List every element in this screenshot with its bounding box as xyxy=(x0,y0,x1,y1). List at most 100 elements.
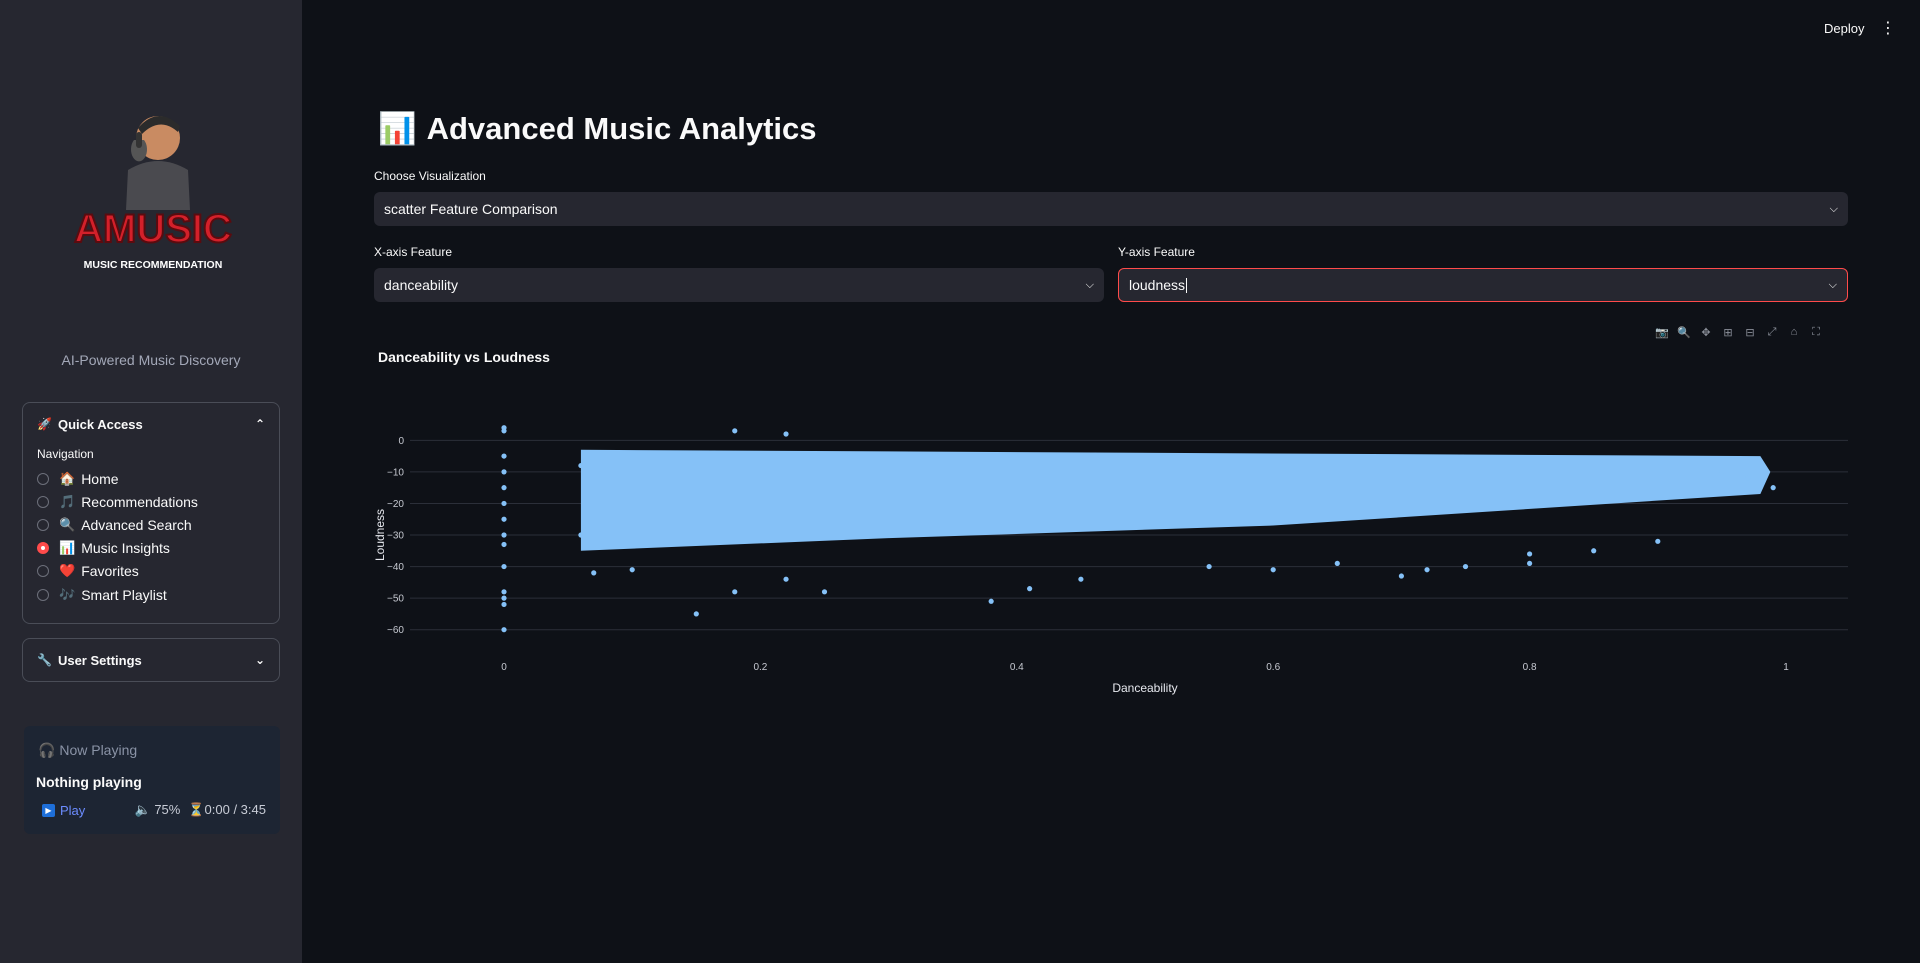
scatter-point xyxy=(1591,548,1597,554)
zoom-in-icon[interactable]: ⊞ xyxy=(1720,326,1736,339)
scatter-point xyxy=(1398,573,1404,579)
y-tick-label: −50 xyxy=(387,594,404,605)
now-playing-title: 🎧 Now Playing xyxy=(38,742,137,759)
play-icon: ▶ xyxy=(42,803,55,817)
user-settings-panel[interactable]: 🔧 User Settings ⌄ xyxy=(22,638,280,682)
radio-button[interactable] xyxy=(37,518,49,531)
radio-button[interactable] xyxy=(37,495,49,508)
page-title: 📊 Advanced Music Analytics xyxy=(378,110,817,147)
now-playing-card: 🎧 Now Playing Nothing playing ▶ Play 🔈 7… xyxy=(24,726,280,834)
autoscale-icon[interactable]: ⤢ xyxy=(1764,326,1780,339)
nav-item-home[interactable]: 🏠 Home xyxy=(23,467,279,490)
radio-button[interactable] xyxy=(37,588,49,601)
time-value: 0:00 / 3:45 xyxy=(204,802,266,817)
x-axis-feature-select[interactable]: danceability ⌵ xyxy=(374,268,1104,302)
deploy-button[interactable]: Deploy xyxy=(1824,21,1864,36)
x-tick-label: 1 xyxy=(1783,662,1789,673)
user-settings-header[interactable]: 🔧 User Settings ⌄ xyxy=(23,639,279,681)
sidebar-tagline: AI-Powered Music Discovery xyxy=(61,352,241,368)
x-axis-label: Danceability xyxy=(1112,681,1177,695)
y-tick-label: −60 xyxy=(387,625,404,636)
scatter-point xyxy=(501,563,507,570)
camera-icon[interactable]: 📷 xyxy=(1654,326,1670,339)
visualization-value: scatter Feature Comparison xyxy=(384,201,558,217)
scatter-point xyxy=(501,589,507,595)
pan-icon[interactable]: ✥ xyxy=(1698,326,1714,339)
chevron-up-icon[interactable]: ⌃ xyxy=(255,417,265,431)
nav-item-recommendations[interactable]: 🎵 Recommendations xyxy=(23,490,279,513)
scatter-point xyxy=(1206,563,1212,570)
scatter-plot[interactable]: 0 −10 −20 −30 −40 −50 −60 0 0.2 0.4 0.6 0.8 1 Dance… xyxy=(374,410,1854,700)
headphones-icon: 🎧 xyxy=(38,742,56,758)
wrench-icon: 🔧 xyxy=(37,653,52,667)
nav-item-favorites[interactable]: ❤️ Favorites xyxy=(23,560,279,583)
bar-chart-icon: 📊 xyxy=(59,540,76,556)
scatter-point xyxy=(1270,567,1276,573)
navigation-label: Navigation xyxy=(37,447,94,461)
scatter-point xyxy=(732,589,738,595)
scatter-point xyxy=(1527,560,1533,567)
nav-item-label: Advanced Search xyxy=(81,516,192,533)
x-tick-label: 0 xyxy=(501,662,507,673)
scatter-point xyxy=(501,595,507,601)
y-axis-feature-select[interactable]: loudness ⌵ xyxy=(1118,268,1848,302)
scatter-point xyxy=(1655,538,1661,544)
rocket-icon: 🚀 xyxy=(37,417,52,431)
chevron-down-icon: ⌵ xyxy=(1085,278,1094,291)
sidebar: AMUSIC MUSIC RECOMMENDATION AI-Powered M… xyxy=(0,0,302,963)
nav-item-music-insights[interactable]: 📊 Music Insights xyxy=(23,537,279,560)
density-band xyxy=(580,449,1771,551)
radio-button[interactable] xyxy=(37,472,49,485)
scatter-point xyxy=(1719,469,1725,475)
radio-button-selected[interactable] xyxy=(37,542,49,555)
scatter-point xyxy=(501,532,507,538)
chevron-down-icon: ⌵ xyxy=(1829,202,1838,215)
x-tick-labels: 0 0.2 0.4 0.6 0.8 1 xyxy=(501,662,1789,673)
heart-icon: ❤️ xyxy=(59,563,76,579)
y-tick-label: −10 xyxy=(387,467,404,478)
scatter-point xyxy=(501,601,507,608)
music-notes-icon: 🎶 xyxy=(59,586,76,602)
nav-item-smart-playlist[interactable]: 🎶 Smart Playlist xyxy=(23,583,279,606)
y-tick-labels: 0 −10 −20 −30 −40 −50 −60 xyxy=(387,436,404,636)
radio-button[interactable] xyxy=(37,565,49,578)
home-icon: 🏠 xyxy=(59,470,76,486)
scatter-point xyxy=(783,576,789,582)
x-tick-label: 0.6 xyxy=(1266,662,1280,673)
scatter-point xyxy=(1078,576,1084,582)
zoom-out-icon[interactable]: ⊟ xyxy=(1742,326,1758,339)
scatter-point xyxy=(693,611,699,617)
y-axis-feature-value: loudness xyxy=(1129,276,1188,294)
main-menu-icon[interactable]: ⋮ xyxy=(1880,18,1896,38)
scatter-point xyxy=(1334,560,1340,567)
amusic-logo: AMUSIC MUSIC RECOMMENDATION xyxy=(73,115,233,271)
visualization-label: Choose Visualization xyxy=(374,169,486,183)
zoom-icon[interactable]: 🔍 xyxy=(1676,326,1692,339)
scatter-point xyxy=(578,532,584,538)
nav-item-label: Recommendations xyxy=(81,493,198,510)
y-axis-feature-text: loudness xyxy=(1129,276,1186,293)
scatter-point xyxy=(501,453,507,459)
quick-access-header[interactable]: 🚀 Quick Access ⌃ xyxy=(23,403,279,445)
quick-access-title: Quick Access xyxy=(57,416,143,432)
scatter-point xyxy=(591,570,597,576)
chart-modebar: 📷 🔍 ✥ ⊞ ⊟ ⤢ ⌂ ⛶ xyxy=(1654,326,1824,339)
nav-item-advanced-search[interactable]: 🔍 Advanced Search xyxy=(23,513,279,536)
now-playing-controls: ▶ Play 🔈 75% ⏳0:00 / 3:45 xyxy=(42,802,280,818)
scatter-point xyxy=(1424,567,1430,573)
scatter-point xyxy=(783,431,789,437)
dense-point-cloud xyxy=(580,449,1771,551)
play-label: Play xyxy=(60,802,86,818)
scatter-point xyxy=(578,462,584,469)
quick-access-panel: 🚀 Quick Access ⌃ Navigation 🏠 Home 🎵 Rec… xyxy=(22,402,280,624)
scatter-point xyxy=(501,541,507,548)
now-playing-track: Nothing playing xyxy=(36,774,142,790)
visualization-select[interactable]: scatter Feature Comparison ⌵ xyxy=(374,192,1848,226)
home-icon[interactable]: ⌂ xyxy=(1786,326,1802,339)
fullscreen-icon[interactable]: ⛶ xyxy=(1808,326,1824,339)
y-axis-label: Loudness xyxy=(374,509,387,561)
play-button[interactable]: ▶ Play xyxy=(42,803,85,818)
chevron-down-icon[interactable]: ⌄ xyxy=(255,653,265,667)
scatter-point xyxy=(501,485,507,491)
nav-item-label: Home xyxy=(81,470,119,487)
